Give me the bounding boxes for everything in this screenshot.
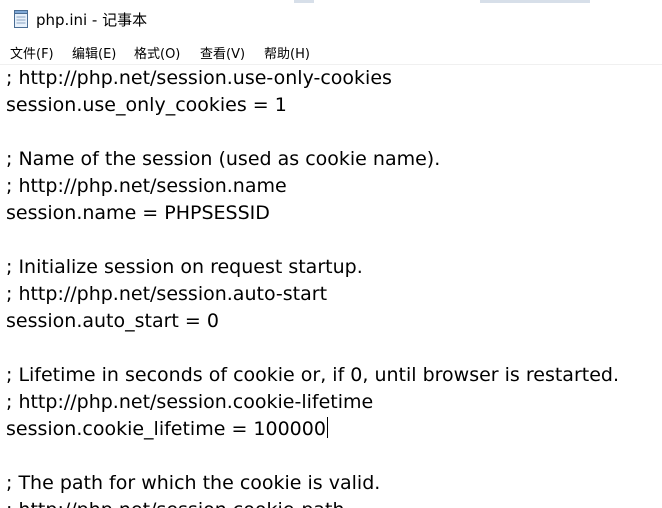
editor-line[interactable]: ; Lifetime in seconds of cookie or, if 0… — [6, 362, 619, 389]
editor-line[interactable]: ; http://php.net/session.auto-start — [6, 281, 327, 308]
editor-line[interactable]: ; Initialize session on request startup. — [6, 254, 363, 281]
notepad-window: php.ini - 记事本 文件(F) 编辑(E) 格式(O) 查看(V) 帮助… — [0, 0, 662, 508]
editor-line[interactable]: ; http://php.net/session.cookie-lifetime — [6, 389, 373, 416]
text-caret — [326, 417, 328, 438]
menu-edit[interactable]: 编辑(E) — [72, 43, 116, 62]
editor-line[interactable]: session.name = PHPSESSID — [6, 200, 270, 227]
editor-line-text: session.cookie_lifetime = 100000 — [6, 418, 326, 440]
notepad-icon — [14, 10, 28, 28]
editor-line[interactable]: ; Name of the session (used as cookie na… — [6, 146, 440, 173]
menu-help[interactable]: 帮助(H) — [264, 43, 310, 62]
title-bar[interactable]: php.ini - 记事本 — [0, 0, 662, 38]
text-editor[interactable]: ; http://php.net/session.use-only-cookie… — [0, 65, 662, 508]
editor-line[interactable]: ; http://php.net/session.name — [6, 173, 287, 200]
editor-line[interactable]: ; http://php.net/session.use-only-cookie… — [6, 65, 392, 92]
editor-line-active[interactable]: session.cookie_lifetime = 100000 — [6, 416, 328, 443]
editor-line[interactable]: session.use_only_cookies = 1 — [6, 92, 287, 119]
title-bar-accent — [480, 0, 590, 3]
menu-file[interactable]: 文件(F) — [10, 43, 54, 62]
menu-bar: 文件(F) 编辑(E) 格式(O) 查看(V) 帮助(H) — [0, 38, 662, 64]
menu-view[interactable]: 查看(V) — [200, 43, 245, 62]
editor-line[interactable]: session.auto_start = 0 — [6, 308, 219, 335]
window-title: php.ini - 记事本 — [36, 11, 148, 29]
title-bar-accent — [294, 0, 314, 3]
menu-format[interactable]: 格式(O) — [134, 43, 180, 62]
editor-line[interactable]: ; The path for which the cookie is valid… — [6, 470, 380, 497]
editor-line[interactable]: ; http://php.net/session.cookie-path — [6, 497, 345, 508]
